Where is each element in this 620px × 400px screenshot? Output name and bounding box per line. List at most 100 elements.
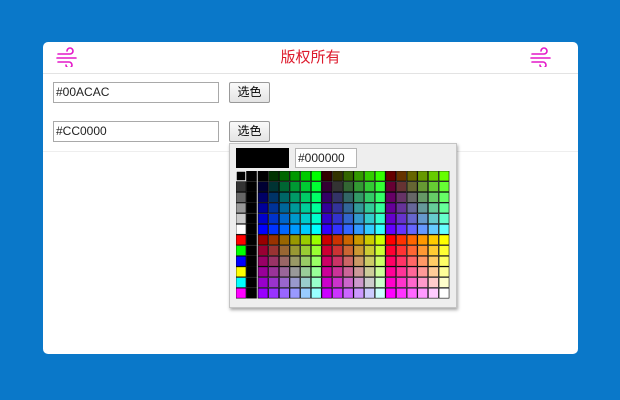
color-swatch[interactable] — [310, 213, 322, 224]
color-swatch[interactable] — [257, 181, 269, 192]
color-swatch[interactable] — [385, 255, 397, 267]
color-swatch[interactable] — [236, 202, 247, 214]
color-swatch[interactable] — [289, 287, 301, 299]
color-swatch[interactable] — [236, 191, 247, 203]
color-swatch[interactable] — [236, 223, 247, 235]
color-swatch[interactable] — [278, 277, 290, 288]
color-swatch[interactable] — [417, 266, 429, 278]
color-swatch[interactable] — [364, 202, 375, 214]
color-swatch[interactable] — [268, 234, 279, 246]
color-swatch[interactable] — [396, 287, 407, 299]
color-swatch[interactable] — [396, 191, 407, 203]
color-swatch[interactable] — [385, 234, 397, 246]
color-swatch[interactable] — [246, 171, 257, 182]
color-swatch[interactable] — [268, 277, 279, 288]
color-swatch[interactable] — [342, 223, 354, 235]
color-swatch[interactable] — [246, 277, 257, 288]
color-swatch[interactable] — [364, 234, 375, 246]
color-swatch[interactable] — [364, 266, 375, 278]
color-swatch[interactable] — [310, 202, 322, 214]
color-swatch[interactable] — [321, 181, 333, 192]
color-swatch[interactable] — [396, 181, 407, 192]
color-swatch[interactable] — [374, 223, 386, 235]
color-swatch[interactable] — [246, 213, 257, 224]
color-swatch[interactable] — [364, 181, 375, 192]
color-swatch[interactable] — [385, 223, 397, 235]
color-swatch[interactable] — [342, 213, 354, 224]
color-swatch[interactable] — [278, 181, 290, 192]
color-swatch[interactable] — [353, 266, 365, 278]
color-swatch[interactable] — [268, 223, 279, 235]
color-swatch[interactable] — [236, 277, 247, 288]
color-swatch[interactable] — [300, 287, 311, 299]
color-swatch[interactable] — [406, 255, 418, 267]
color-swatch[interactable] — [428, 266, 439, 278]
color-swatch[interactable] — [310, 171, 322, 182]
color-swatch[interactable] — [428, 223, 439, 235]
color-swatch[interactable] — [428, 171, 439, 182]
color-swatch[interactable] — [364, 277, 375, 288]
color-swatch[interactable] — [342, 255, 354, 267]
color-swatch[interactable] — [246, 202, 257, 214]
color-swatch[interactable] — [289, 245, 301, 256]
color-swatch[interactable] — [321, 213, 333, 224]
color-swatch[interactable] — [300, 255, 311, 267]
color-swatch[interactable] — [257, 213, 269, 224]
color-swatch[interactable] — [364, 171, 375, 182]
color-swatch[interactable] — [342, 191, 354, 203]
color-swatch[interactable] — [300, 213, 311, 224]
color-swatch[interactable] — [278, 223, 290, 235]
color-swatch[interactable] — [332, 213, 343, 224]
color-swatch[interactable] — [406, 266, 418, 278]
color-swatch[interactable] — [257, 171, 269, 182]
color-swatch[interactable] — [406, 277, 418, 288]
color-swatch[interactable] — [428, 245, 439, 256]
color-swatch[interactable] — [257, 245, 269, 256]
color-swatch[interactable] — [438, 191, 450, 203]
color-swatch[interactable] — [332, 277, 343, 288]
color-swatch[interactable] — [364, 213, 375, 224]
color-swatch[interactable] — [289, 223, 301, 235]
color-swatch[interactable] — [289, 202, 301, 214]
color-swatch[interactable] — [364, 255, 375, 267]
color-swatch[interactable] — [332, 171, 343, 182]
color-swatch[interactable] — [300, 223, 311, 235]
color-swatch[interactable] — [438, 223, 450, 235]
color-swatch[interactable] — [438, 181, 450, 192]
color-swatch[interactable] — [353, 171, 365, 182]
color-swatch[interactable] — [428, 191, 439, 203]
color-swatch[interactable] — [342, 202, 354, 214]
color-swatch[interactable] — [246, 181, 257, 192]
color-swatch[interactable] — [278, 234, 290, 246]
color-swatch[interactable] — [332, 245, 343, 256]
color-swatch[interactable] — [300, 277, 311, 288]
color-swatch[interactable] — [257, 234, 269, 246]
color-swatch[interactable] — [374, 171, 386, 182]
color-swatch[interactable] — [268, 266, 279, 278]
color-swatch[interactable] — [374, 277, 386, 288]
color-swatch[interactable] — [289, 213, 301, 224]
color-swatch[interactable] — [438, 245, 450, 256]
color-swatch[interactable] — [278, 287, 290, 299]
color-swatch[interactable] — [353, 202, 365, 214]
color-swatch[interactable] — [353, 223, 365, 235]
color-swatch[interactable] — [236, 213, 247, 224]
color-swatch[interactable] — [310, 266, 322, 278]
color-swatch[interactable] — [246, 266, 257, 278]
color-swatch[interactable] — [289, 277, 301, 288]
color-swatch[interactable] — [332, 191, 343, 203]
color-swatch[interactable] — [278, 266, 290, 278]
color-swatch[interactable] — [353, 255, 365, 267]
color-swatch[interactable] — [310, 277, 322, 288]
color-swatch[interactable] — [396, 255, 407, 267]
color-swatch[interactable] — [289, 255, 301, 267]
color-swatch[interactable] — [353, 213, 365, 224]
color-input-2[interactable]: #CC0000 — [53, 121, 219, 142]
color-swatch[interactable] — [300, 181, 311, 192]
color-swatch[interactable] — [342, 234, 354, 246]
color-swatch[interactable] — [374, 202, 386, 214]
color-swatch[interactable] — [438, 266, 450, 278]
color-swatch[interactable] — [396, 213, 407, 224]
color-swatch[interactable] — [374, 287, 386, 299]
color-swatch[interactable] — [406, 191, 418, 203]
